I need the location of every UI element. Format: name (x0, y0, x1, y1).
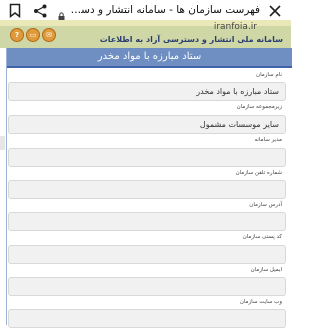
address-field[interactable] (8, 212, 286, 231)
panel-title: ستاد مبارزه با مواد مخدر (7, 48, 292, 66)
left-edge-marker (0, 136, 5, 150)
organization-panel: ستاد مبارزه با مواد مخدر نام سازمان ستاد… (6, 48, 292, 328)
org-name-field[interactable]: ستاد مبارزه با مواد مخدر (8, 82, 286, 101)
mail-button[interactable]: ✉ (42, 28, 56, 42)
help-button[interactable]: ? (10, 28, 24, 42)
admin-label: مدیر سامانه (254, 137, 282, 143)
bookmark-icon[interactable] (9, 3, 21, 19)
share-icon[interactable] (33, 3, 48, 18)
email-label: ایمیل سازمان (250, 267, 282, 273)
subgroup-label: زیرمجموعه سازمان (236, 104, 282, 110)
lock-icon (58, 6, 65, 21)
print-button[interactable]: ▭ (26, 28, 40, 42)
postal-code-field[interactable] (8, 245, 286, 264)
subgroup-field[interactable]: سایر موسسات مشمول (8, 115, 286, 134)
page-title: فهرست سازمان ها - سامانه انتشار و دسترسی… (70, 4, 260, 16)
panel-divider (7, 66, 292, 68)
site-name: سامانه ملی انتشار و دسترسی آزاد به اطلاع… (99, 35, 283, 44)
address-label: آدرس سازمان (249, 202, 282, 208)
org-name-label: نام سازمان (256, 72, 282, 78)
admin-field[interactable] (8, 148, 286, 167)
page-url[interactable]: iranfoia.ir (214, 20, 257, 34)
phone-field[interactable] (8, 180, 286, 199)
close-icon[interactable] (268, 3, 282, 17)
phone-label: شماره تلفن سازمان (235, 170, 282, 176)
website-field[interactable] (8, 309, 286, 328)
website-label: وب سایت سازمان (239, 299, 282, 305)
email-field[interactable] (8, 277, 286, 296)
postal-code-label: کد پستی سازمان (242, 234, 282, 240)
